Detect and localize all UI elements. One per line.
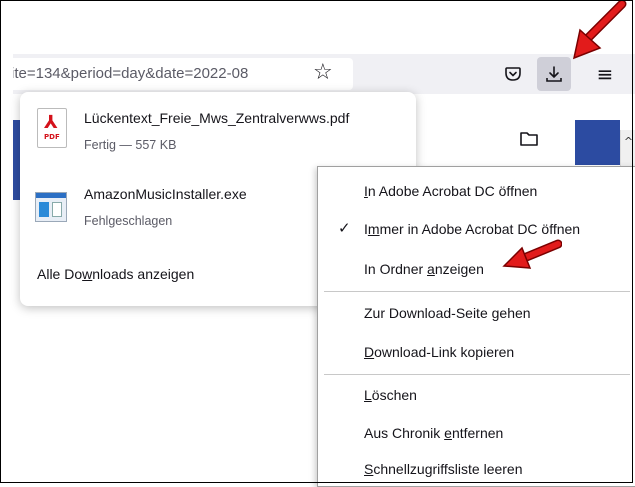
menu-item-remove-from-history[interactable]: Aus Chronik entfernen	[364, 425, 503, 441]
menu-separator	[324, 374, 630, 375]
star-icon[interactable]: ☆	[313, 60, 333, 85]
folder-icon[interactable]	[512, 122, 546, 156]
menu-item-show-in-folder[interactable]: In Ordner anzeigen	[364, 261, 484, 277]
hamburger-icon[interactable]: ≡	[591, 60, 619, 88]
browser-toolbar: ite=134&period=day&date=2022-08 ☆ ≡	[13, 54, 635, 94]
menu-item-copy-download-link[interactable]: Download-Link kopieren	[364, 344, 514, 360]
menu-item-go-to-download-page[interactable]: Zur Download-Seite gehen	[364, 305, 531, 321]
url-text: ite=134&period=day&date=2022-08	[13, 65, 249, 82]
download-context-menu: In Adobe Acrobat DC öffnen ✓ Immer in Ad…	[317, 166, 635, 487]
menu-item-delete[interactable]: Löschen	[364, 387, 417, 403]
red-arrow-icon	[572, 0, 627, 60]
checkmark-icon: ✓	[338, 220, 351, 237]
scroll-up-arrow-icon[interactable]: ^	[621, 135, 635, 148]
download-file-name: AmazonMusicInstaller.exe	[84, 186, 247, 202]
download-item-pdf[interactable]: ⅄ PDF Lückentext_Freie_Mws_Zentralverwws…	[20, 104, 416, 164]
show-all-downloads-button[interactable]: Alle Downloads anzeigen	[37, 266, 194, 282]
menu-item-clear-list[interactable]: Schnellzugriffsliste leeren	[364, 461, 523, 477]
pocket-icon[interactable]	[499, 60, 527, 88]
pdf-file-icon: ⅄ PDF	[37, 108, 67, 148]
menu-item-always-open-in-acrobat[interactable]: Immer in Adobe Acrobat DC öffnen	[364, 221, 580, 237]
download-status: Fertig — 557 KB	[84, 138, 177, 152]
url-bar[interactable]: ite=134&period=day&date=2022-08 ☆	[13, 58, 353, 90]
menu-separator	[324, 291, 630, 292]
download-status: Fehlgeschlagen	[84, 214, 173, 228]
menu-item-open-in-acrobat[interactable]: In Adobe Acrobat DC öffnen	[364, 183, 537, 199]
download-file-name: Lückentext_Freie_Mws_Zentralverwws.pdf	[84, 110, 350, 126]
exe-file-icon	[35, 192, 67, 222]
page-banner-right	[575, 120, 620, 165]
red-arrow-icon	[502, 239, 562, 269]
